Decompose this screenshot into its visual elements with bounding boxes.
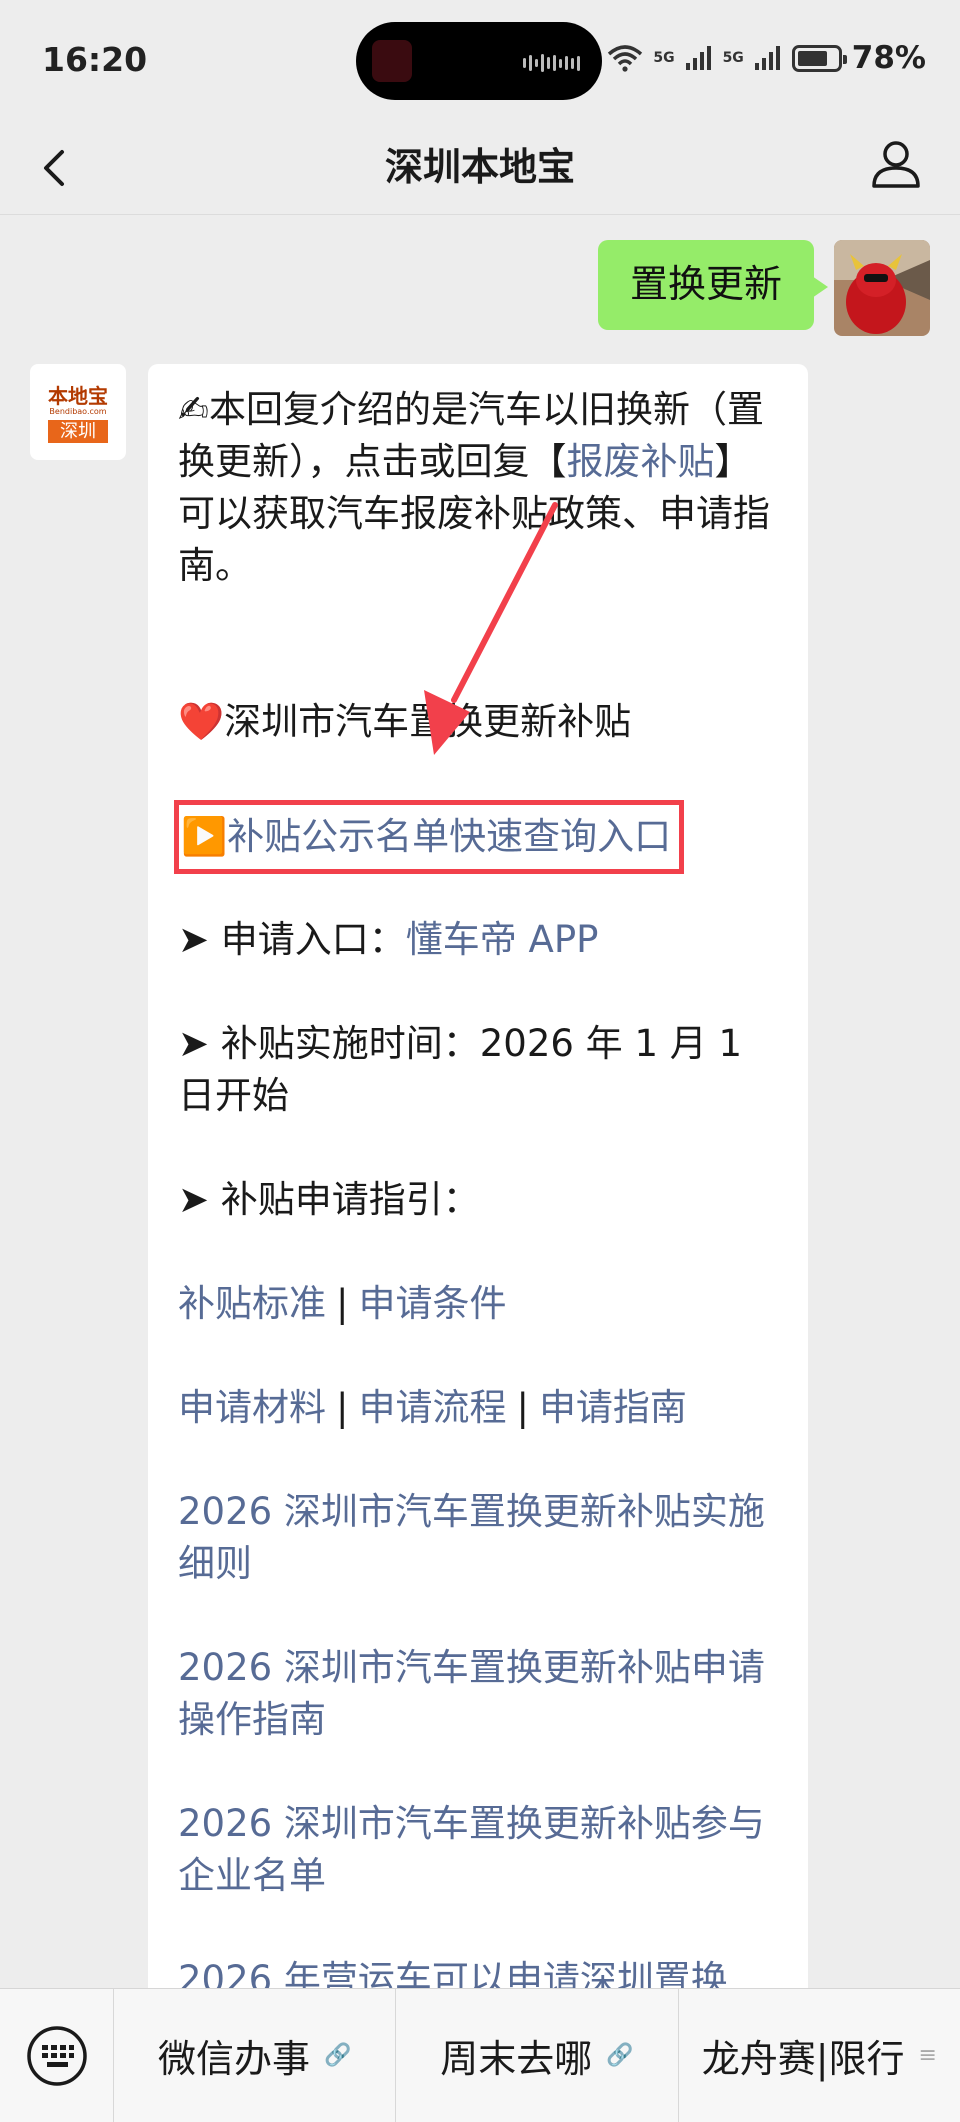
menu-item-weekend[interactable]: 周末去哪 🔗 xyxy=(396,1988,679,2122)
apply-entry-line: ➤ 申请入口：懂车帝 APP xyxy=(178,914,780,966)
section-title: 深圳市汽车置换更新补贴 xyxy=(224,700,632,743)
subsidy-list-query-link[interactable]: 补贴公示名单快速查询入口 xyxy=(227,815,671,858)
play-button-icon: ▶️ xyxy=(181,815,228,858)
chat-header: 深圳本地宝 xyxy=(0,120,960,216)
network-type-1: 5G xyxy=(653,50,675,66)
bottom-menu: 微信办事 🔗 周末去哪 🔗 龙舟赛|限行 ≡ xyxy=(0,1988,960,2122)
chat-title: 深圳本地宝 xyxy=(384,145,575,189)
network-type-2: 5G xyxy=(722,50,744,66)
menu-item-label: 周末去哪 xyxy=(440,2037,593,2081)
link-icon: 🔗 xyxy=(606,2043,634,2068)
bot-logo-url: Bendibao.com xyxy=(49,406,107,416)
audio-wave-icon xyxy=(523,54,580,72)
heart-icon: ❤️ xyxy=(178,700,225,743)
bot-logo-title: 本地宝 xyxy=(48,383,108,408)
bot-logo-city: 深圳 xyxy=(48,419,108,444)
intro-paragraph: ✍本回复介绍的是汽车以旧换新（置换更新），点击或回复【报废补贴】可以获取汽车报废… xyxy=(178,384,780,592)
link-separator: | xyxy=(336,1282,349,1325)
status-time: 16:20 xyxy=(42,40,148,79)
incoming-bubble: ✍本回复介绍的是汽车以旧换新（置换更新），点击或回复【报废补贴】可以获取汽车报废… xyxy=(148,364,808,2024)
highlight-box: ▶️补贴公示名单快速查询入口 xyxy=(174,800,685,874)
dynamic-island[interactable] xyxy=(356,22,602,100)
keyboard-icon xyxy=(26,2025,87,2086)
implementation-time: ➤ 补贴实施时间：2026 年 1 月 1 日开始 xyxy=(178,1022,743,1117)
scrap-subsidy-link[interactable]: 报废补贴 xyxy=(567,440,715,483)
article-link-rules[interactable]: 2026 深圳市汽车置换更新补贴实施细则 xyxy=(178,1486,780,1590)
keyboard-toggle[interactable] xyxy=(0,1988,114,2122)
apply-conditions-link[interactable]: 申请条件 xyxy=(358,1282,506,1325)
menu-lines-icon: ≡ xyxy=(918,2043,937,2068)
article-link-operation-guide[interactable]: 2026 深圳市汽车置换更新补贴申请操作指南 xyxy=(178,1642,780,1746)
apply-label: ➤ 申请入口： xyxy=(178,918,406,961)
status-indicators: 5G 5G 78% xyxy=(607,40,926,76)
link-separator: | xyxy=(336,1386,349,1429)
island-thumbnail xyxy=(372,40,412,82)
menu-item-label: 龙舟赛|限行 xyxy=(701,2037,905,2081)
dongchedi-app-link[interactable]: 懂车帝 APP xyxy=(406,918,599,961)
outgoing-bubble[interactable]: 置换更新 xyxy=(597,240,829,330)
menu-item-label: 微信办事 xyxy=(157,2037,310,2081)
outgoing-message: 置换更新 xyxy=(597,240,930,336)
guide-links-row-1: 补贴标准 | 申请条件 xyxy=(178,1278,780,1330)
apply-process-link[interactable]: 申请流程 xyxy=(358,1386,506,1429)
section-heading: ❤️深圳市汽车置换更新补贴 xyxy=(178,696,780,748)
writing-hand-icon: ✍ xyxy=(178,388,210,431)
battery-icon xyxy=(791,44,847,72)
guide-label: ➤ 补贴申请指引： xyxy=(178,1178,480,1221)
article-link-enterprise-list[interactable]: 2026 深圳市汽车置换更新补贴参与企业名单 xyxy=(178,1798,780,1902)
bot-avatar[interactable]: 本地宝 Bendibao.com 深圳 xyxy=(30,364,126,460)
status-bar: 16:20 5G 5G 78% xyxy=(0,0,960,120)
subsidy-standard-link[interactable]: 补贴标准 xyxy=(178,1282,326,1325)
apply-materials-link[interactable]: 申请材料 xyxy=(178,1386,326,1429)
incoming-message: 本地宝 Bendibao.com 深圳 ✍本回复介绍的是汽车以旧换新（置换更新）… xyxy=(30,364,808,2024)
person-icon[interactable] xyxy=(866,134,926,194)
user-avatar[interactable] xyxy=(834,240,930,336)
guide-links-row-2: 申请材料 | 申请流程 | 申请指南 xyxy=(178,1382,780,1434)
battery-percent: 78% xyxy=(851,40,926,76)
signal-icon-1 xyxy=(685,46,711,70)
signal-icon-2 xyxy=(754,46,780,70)
apply-guide-link[interactable]: 申请指南 xyxy=(539,1386,687,1429)
link-icon: 🔗 xyxy=(323,2043,352,2068)
wifi-icon xyxy=(608,45,643,72)
menu-item-dragon-boat[interactable]: 龙舟赛|限行 ≡ xyxy=(679,1989,960,2122)
menu-item-wechat-services[interactable]: 微信办事 🔗 xyxy=(114,1988,397,2122)
battery-fill xyxy=(797,50,828,66)
link-separator: | xyxy=(516,1386,529,1429)
header-divider xyxy=(0,214,960,215)
